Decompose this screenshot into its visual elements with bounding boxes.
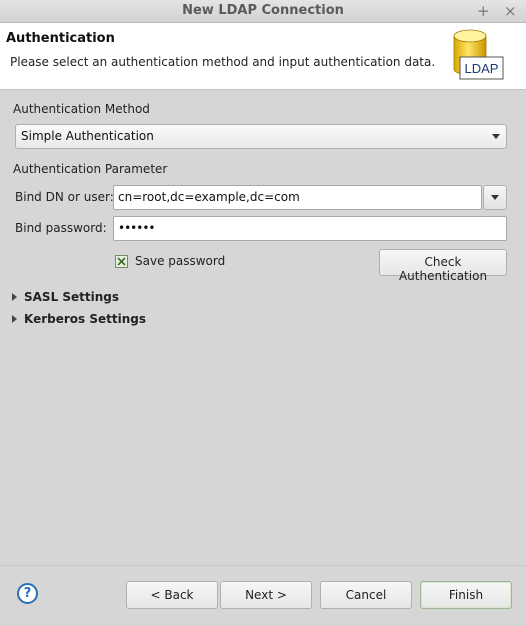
help-icon[interactable]: ? [17,583,38,604]
cancel-button[interactable]: Cancel [320,581,412,609]
expand-triangle-icon[interactable] [12,293,17,301]
save-password-checkbox[interactable] [115,255,128,268]
bind-password-label: Bind password: [15,221,107,235]
back-button[interactable]: < Back [126,581,218,609]
next-button[interactable]: Next > [220,581,312,609]
back-label: < Back [150,588,194,602]
auth-parameter-label: Authentication Parameter [13,162,168,176]
add-icon[interactable]: + [477,2,490,20]
auth-method-label: Authentication Method [13,102,150,116]
chevron-down-icon [492,134,500,139]
bind-dn-value: cn=root,dc=example,dc=com [118,190,300,204]
check-icon [117,257,126,266]
ldap-database-icon: LDAP [453,29,504,80]
wizard-header: Authentication Please select an authenti… [0,23,526,90]
check-authentication-label: Check Authentication [398,255,488,283]
chevron-down-icon [491,195,499,200]
auth-method-value: Simple Authentication [21,129,154,143]
expand-triangle-icon[interactable] [12,315,17,323]
check-authentication-button[interactable]: Check Authentication [379,249,507,283]
kerberos-settings-expander[interactable]: Kerberos Settings [24,312,146,326]
sasl-settings-expander[interactable]: SASL Settings [24,290,119,304]
finish-button[interactable]: Finish [420,581,512,609]
title-bar: New LDAP Connection + × [0,0,526,23]
auth-method-select[interactable]: Simple Authentication [15,124,507,149]
bind-dn-label: Bind DN or user: [15,190,114,204]
save-password-label[interactable]: Save password [135,254,225,268]
bind-dn-history-button[interactable] [483,185,507,210]
close-icon[interactable]: × [504,2,517,20]
ldap-logo-text: LDAP [465,61,499,76]
window-title: New LDAP Connection [182,3,344,18]
bind-password-input[interactable]: •••••• [113,216,507,241]
finish-label: Finish [448,588,484,602]
page-title: Authentication [6,31,115,46]
bind-dn-input[interactable]: cn=root,dc=example,dc=com [113,185,482,210]
footer-separator [0,565,526,566]
page-description: Please select an authentication method a… [10,55,436,69]
cancel-label: Cancel [345,588,387,602]
next-label: Next > [245,588,287,602]
bind-password-value: •••••• [118,221,155,235]
